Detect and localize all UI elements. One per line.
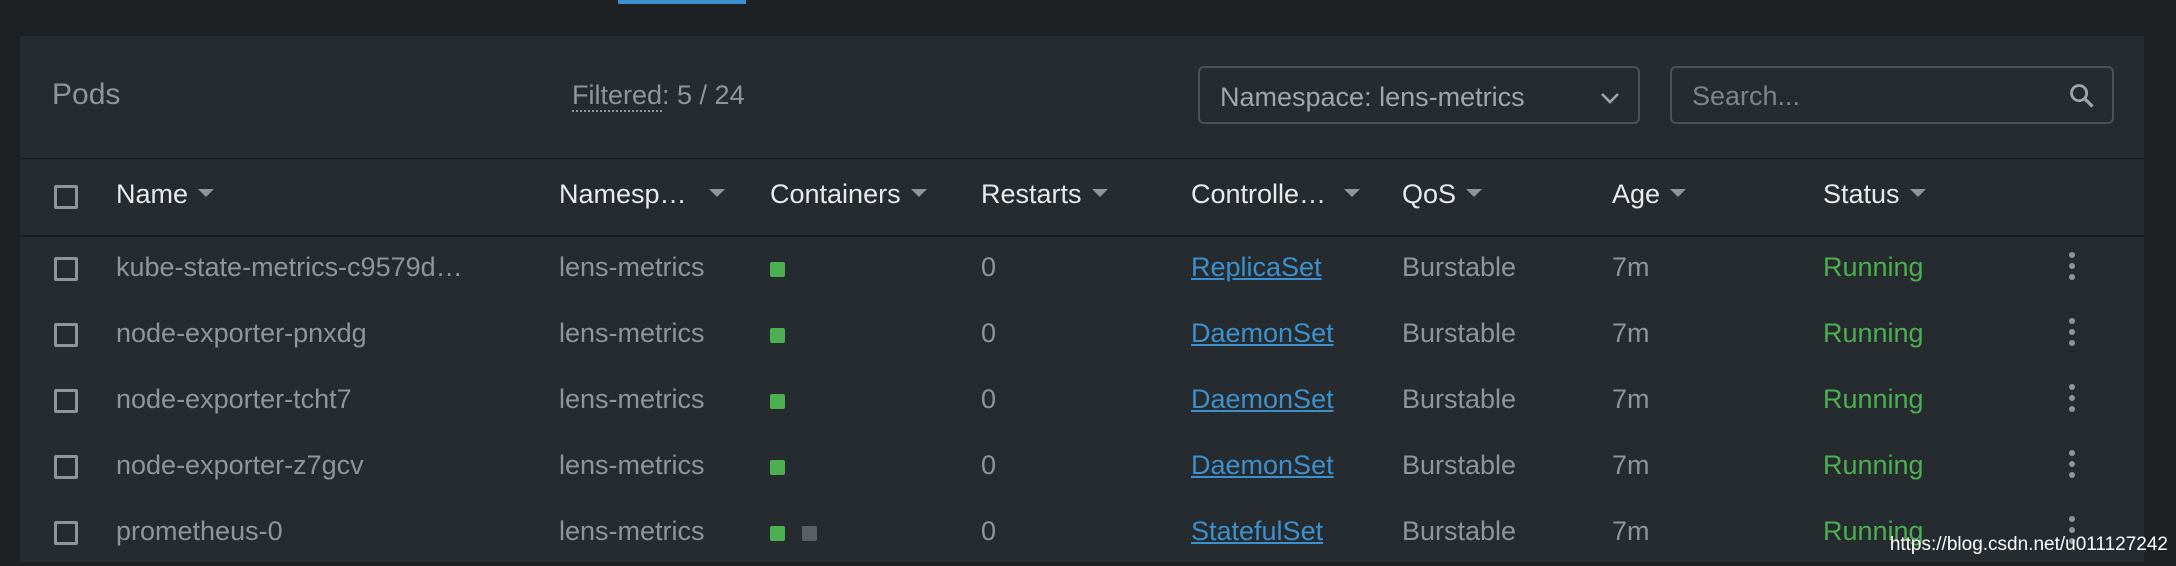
pod-controller-link[interactable]: ReplicaSet [1191,252,1322,283]
column-header-name[interactable]: Name [116,179,215,210]
pod-namespace: lens-metrics [559,450,705,480]
select-all-checkbox[interactable] [54,185,78,209]
table-header: Name Namesp… Containers Restarts Control… [20,158,2144,237]
column-header-label: Namesp… [559,179,687,209]
column-header-label: Restarts [981,179,1082,209]
watermark: https://blog.csdn.net/u011127242 [1889,534,2168,555]
table-row[interactable]: prometheus-0 lens-metrics 0 StatefulSet Burs… [20,500,2144,566]
pod-status: Running [1823,384,1924,414]
column-header-label: Containers [770,179,901,209]
column-header-controller[interactable]: Controlle… [1191,179,1361,210]
sort-arrow-icon [1466,188,1483,197]
namespace-select[interactable]: Namespace: lens-metrics [1198,66,1640,124]
pod-restarts: 0 [981,252,997,282]
chevron-down-icon [1601,93,1619,104]
table-row[interactable]: kube-state-metrics-c9579d… lens-metrics 0 R… [20,236,2144,302]
more-vertical-icon[interactable] [2066,252,2078,284]
panel-header: Pods Filtered: 5 / 24 Namespace: lens-me… [20,36,2144,158]
column-header-label: QoS [1402,179,1457,209]
sort-arrow-icon [1344,188,1361,197]
sort-arrow-icon [1670,188,1687,197]
table-row[interactable]: node-exporter-tcht7 lens-metrics 0 DaemonSe… [20,368,2144,434]
sort-arrow-icon [1909,188,1926,197]
pod-name: prometheus-0 [116,516,283,546]
column-header-restarts[interactable]: Restarts [981,179,1108,210]
row-checkbox[interactable] [54,257,78,281]
pod-namespace: lens-metrics [559,516,705,546]
pod-status: Running [1823,450,1924,480]
active-tab-indicator [618,0,746,4]
pod-name: node-exporter-tcht7 [116,384,352,414]
pod-namespace: lens-metrics [559,384,705,414]
pod-controller-link[interactable]: StatefulSet [1191,516,1323,547]
pod-age: 7m [1612,516,1650,546]
sort-arrow-icon [198,188,215,197]
pod-restarts: 0 [981,450,997,480]
search-icon[interactable] [2068,82,2096,110]
container-status-icon[interactable] [770,262,785,277]
container-status-icon[interactable] [770,460,785,475]
more-vertical-icon[interactable] [2066,450,2078,482]
pod-age: 7m [1612,252,1650,282]
row-checkbox[interactable] [54,389,78,413]
row-checkbox[interactable] [54,323,78,347]
container-status-icon[interactable] [770,526,785,541]
page-title: Pods [52,78,121,111]
container-status-icon[interactable] [770,328,785,343]
pod-status: Running [1823,318,1924,348]
table-row[interactable]: node-exporter-z7gcv lens-metrics 0 DaemonSe… [20,434,2144,500]
pod-restarts: 0 [981,516,997,546]
row-checkbox[interactable] [54,521,78,545]
pod-age: 7m [1612,384,1650,414]
pod-qos: Burstable [1402,318,1517,348]
pod-namespace: lens-metrics [559,252,705,282]
column-header-qos[interactable]: QoS [1402,179,1483,210]
search-input[interactable] [1690,78,2054,114]
column-header-label: Status [1823,179,1900,209]
pod-age: 7m [1612,318,1650,348]
sort-arrow-icon [708,188,725,197]
pod-qos: Burstable [1402,252,1517,282]
pod-age: 7m [1612,450,1650,480]
pod-controller-link[interactable]: DaemonSet [1191,450,1334,481]
sort-arrow-icon [1091,188,1108,197]
container-status-icon[interactable] [802,526,817,541]
column-header-namespace[interactable]: Namesp… [559,179,725,210]
pod-qos: Burstable [1402,450,1517,480]
pod-restarts: 0 [981,318,997,348]
container-status-icon[interactable] [770,394,785,409]
pod-qos: Burstable [1402,384,1517,414]
pod-controller-link[interactable]: DaemonSet [1191,318,1334,349]
pod-status: Running [1823,252,1924,282]
filtered-count: Filtered: 5 / 24 [572,80,745,112]
sort-arrow-icon [910,188,927,197]
pod-controller-link[interactable]: DaemonSet [1191,384,1334,415]
filtered-label[interactable]: Filtered [572,80,663,112]
namespace-select-value: Namespace: lens-metrics [1220,82,1525,112]
column-header-age[interactable]: Age [1612,179,1687,210]
pod-name: kube-state-metrics-c9579d… [116,252,463,282]
filtered-value: : 5 / 24 [662,80,745,110]
column-header-label: Controlle… [1191,179,1327,209]
column-header-status[interactable]: Status [1823,179,1926,210]
row-checkbox[interactable] [54,455,78,479]
pod-namespace: lens-metrics [559,318,705,348]
pods-panel: Pods Filtered: 5 / 24 Namespace: lens-me… [20,36,2144,562]
more-vertical-icon[interactable] [2066,318,2078,350]
more-vertical-icon[interactable] [2066,384,2078,416]
pod-name: node-exporter-pnxdg [116,318,367,348]
table-row[interactable]: node-exporter-pnxdg lens-metrics 0 DaemonSe… [20,302,2144,368]
column-header-containers[interactable]: Containers [770,179,927,210]
search-box[interactable] [1670,66,2114,124]
column-header-label: Age [1612,179,1661,209]
pod-qos: Burstable [1402,516,1517,546]
column-header-label: Name [116,179,189,209]
pod-name: node-exporter-z7gcv [116,450,364,480]
pod-restarts: 0 [981,384,997,414]
